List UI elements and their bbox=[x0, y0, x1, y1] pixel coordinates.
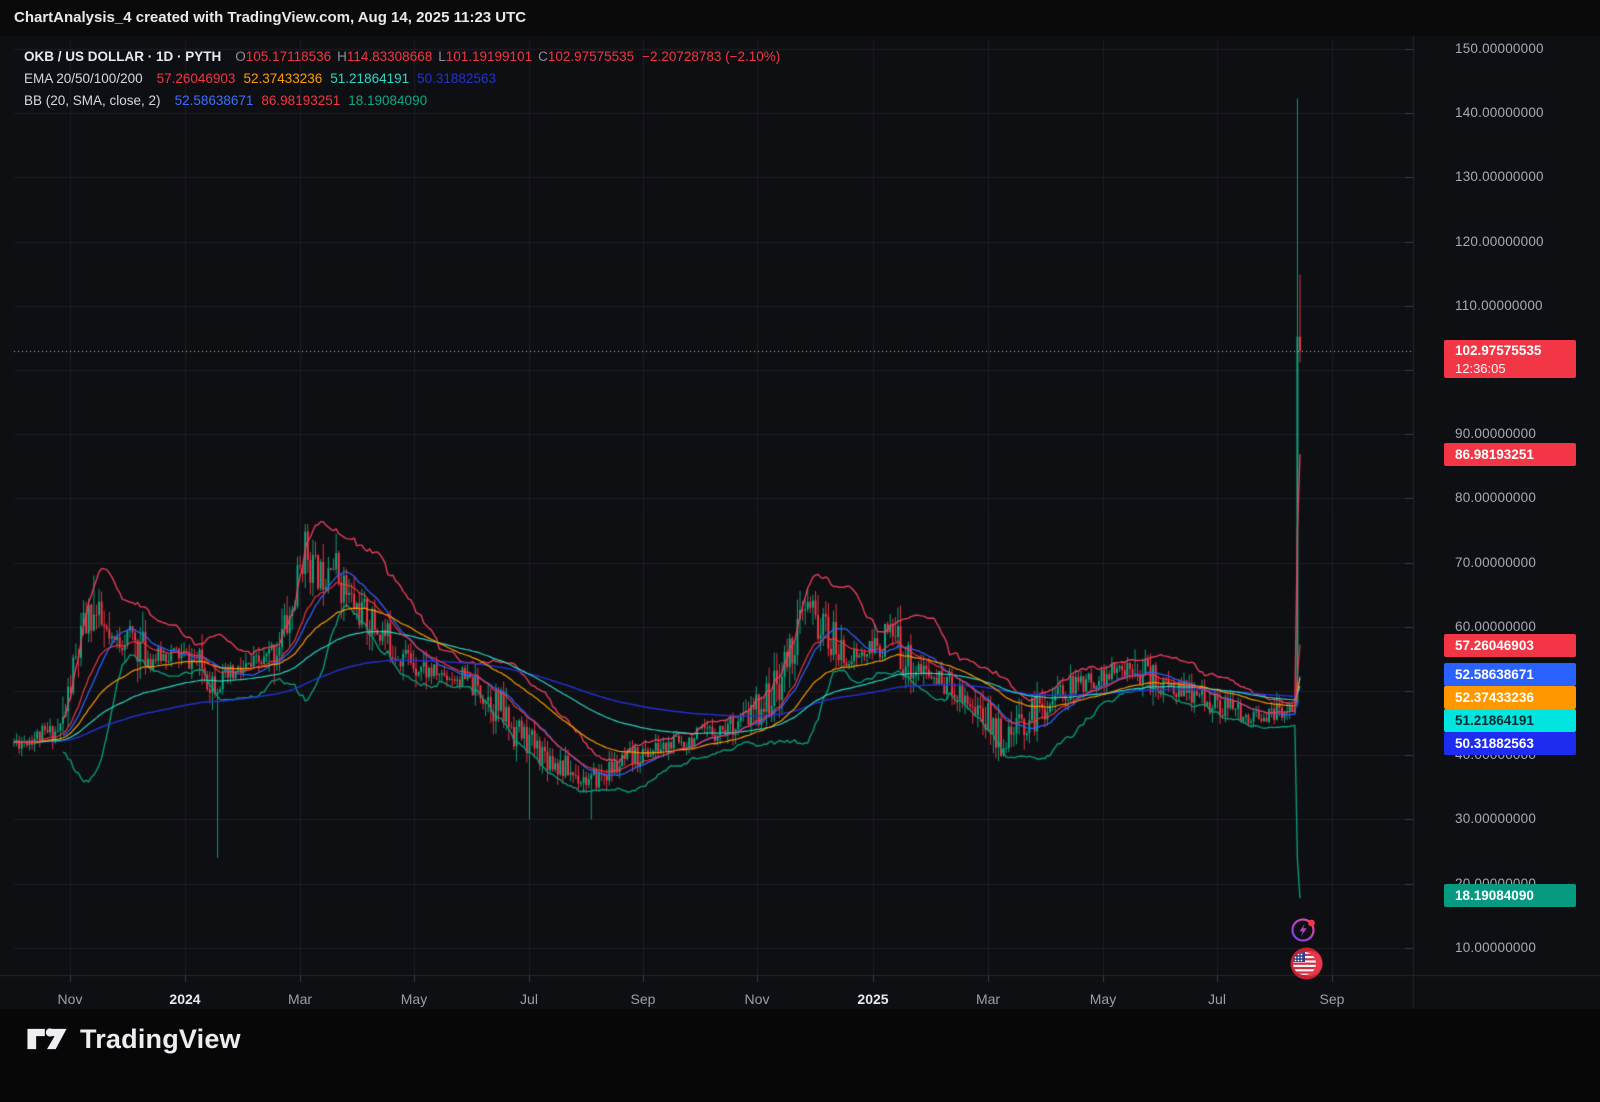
time-label: May bbox=[1090, 991, 1116, 1007]
bb-value: 52.58638671 bbox=[175, 93, 254, 108]
legend: OKB / US DOLLAR · 1D · PYTH O105.17118536… bbox=[24, 46, 780, 112]
ema200-label: 50.31882563 bbox=[1444, 732, 1576, 755]
ema-value: 51.21864191 bbox=[330, 71, 409, 86]
bb-basis-label: 52.58638671 bbox=[1444, 663, 1576, 686]
price-tick: 140.00000000 bbox=[1455, 105, 1595, 121]
tradingview-logo-mark bbox=[26, 1022, 68, 1056]
bb-lower-label: 18.19084090 bbox=[1444, 884, 1576, 907]
bb-value: 18.19084090 bbox=[348, 93, 427, 108]
price-tick: 60.00000000 bbox=[1455, 619, 1595, 635]
ohlc-value: 102.97575535 bbox=[548, 49, 634, 64]
ohlc-value: 114.83308668 bbox=[347, 49, 432, 64]
time-label: Jul bbox=[1208, 991, 1226, 1007]
bb-values: 52.58638671 86.98193251 18.19084090 bbox=[167, 93, 428, 108]
price-tick: 120.00000000 bbox=[1455, 234, 1595, 250]
ema-row: EMA 20/50/100/20057.2604690352.374332365… bbox=[24, 68, 780, 90]
ohlc-letter: O bbox=[235, 49, 246, 64]
ema-value: 50.31882563 bbox=[417, 71, 496, 86]
lightning-event-icon[interactable] bbox=[1290, 916, 1318, 944]
us-flag-event-icon[interactable] bbox=[1289, 946, 1324, 981]
ema50-label: 52.37433236 bbox=[1444, 686, 1576, 709]
bb-value: 86.98193251 bbox=[261, 93, 340, 108]
symbol-title[interactable]: OKB / US DOLLAR · 1D · PYTH bbox=[24, 49, 221, 64]
ema20-label: 57.26046903 bbox=[1444, 634, 1576, 657]
time-label: Mar bbox=[288, 991, 312, 1007]
ema100-label: 51.21864191 bbox=[1444, 709, 1576, 732]
time-label: Sep bbox=[1320, 991, 1345, 1007]
price-tick: 90.00000000 bbox=[1455, 426, 1595, 442]
time-label: 2024 bbox=[169, 991, 200, 1007]
snapshot-title-text: ChartAnalysis_4 created with TradingView… bbox=[14, 9, 526, 26]
time-label: 2025 bbox=[857, 991, 888, 1007]
symbol-row: OKB / US DOLLAR · 1D · PYTH O105.17118536… bbox=[24, 46, 780, 68]
time-label: Nov bbox=[745, 991, 770, 1007]
ema-value: 57.26046903 bbox=[157, 71, 236, 86]
time-label: Sep bbox=[631, 991, 656, 1007]
ohlc-letter: C bbox=[538, 49, 548, 64]
time-label: Jul bbox=[520, 991, 538, 1007]
price-scale[interactable]: 150.00000000 140.00000000 130.00000000 120.… bbox=[1413, 36, 1600, 975]
last-price-label: 102.9757553512:36:05 bbox=[1444, 340, 1576, 378]
price-tick: 80.00000000 bbox=[1455, 490, 1595, 506]
price-tick: 150.00000000 bbox=[1455, 41, 1595, 57]
bb-upper-label: 86.98193251 bbox=[1444, 443, 1576, 466]
ohlc-value: 101.19199101 bbox=[446, 49, 532, 64]
ohlc-value: 105.17118536 bbox=[246, 49, 331, 64]
tradingview-logo-text: TradingView bbox=[80, 1024, 241, 1055]
price-tick: 30.00000000 bbox=[1455, 811, 1595, 827]
price-chart-canvas[interactable] bbox=[0, 36, 1600, 1008]
price-tick: 130.00000000 bbox=[1455, 169, 1595, 185]
bar-countdown: 12:36:05 bbox=[1455, 360, 1576, 378]
time-label: May bbox=[401, 991, 427, 1007]
ema-value: 52.37433236 bbox=[243, 71, 322, 86]
change-value: −2.20728783 (−2.10%) bbox=[642, 49, 780, 64]
time-label: Nov bbox=[58, 991, 83, 1007]
price-tick: 10.00000000 bbox=[1455, 940, 1595, 956]
bb-row: BB (20, SMA, close, 2) 52.58638671 86.9819… bbox=[24, 90, 780, 112]
tradingview-logo[interactable]: TradingView bbox=[26, 1022, 241, 1056]
price-tick: 70.00000000 bbox=[1455, 555, 1595, 571]
time-label: Mar bbox=[976, 991, 1000, 1007]
ema-indicator-label[interactable]: EMA 20/50/100/200 bbox=[24, 71, 143, 86]
bb-indicator-label[interactable]: BB (20, SMA, close, 2) bbox=[24, 93, 161, 108]
ema-values: 57.26046903 52.37433236 51.21864191 50.3188… bbox=[149, 71, 496, 86]
ohlc-letter: L bbox=[438, 49, 446, 64]
price-tick: 110.00000000 bbox=[1455, 298, 1595, 314]
snapshot-title-bar: ChartAnalysis_4 created with TradingView… bbox=[0, 0, 1600, 36]
ohlc-letter: H bbox=[337, 49, 347, 64]
ohlc-values: O105.17118536 H114.83308668 L101.19199101 C… bbox=[229, 49, 780, 64]
